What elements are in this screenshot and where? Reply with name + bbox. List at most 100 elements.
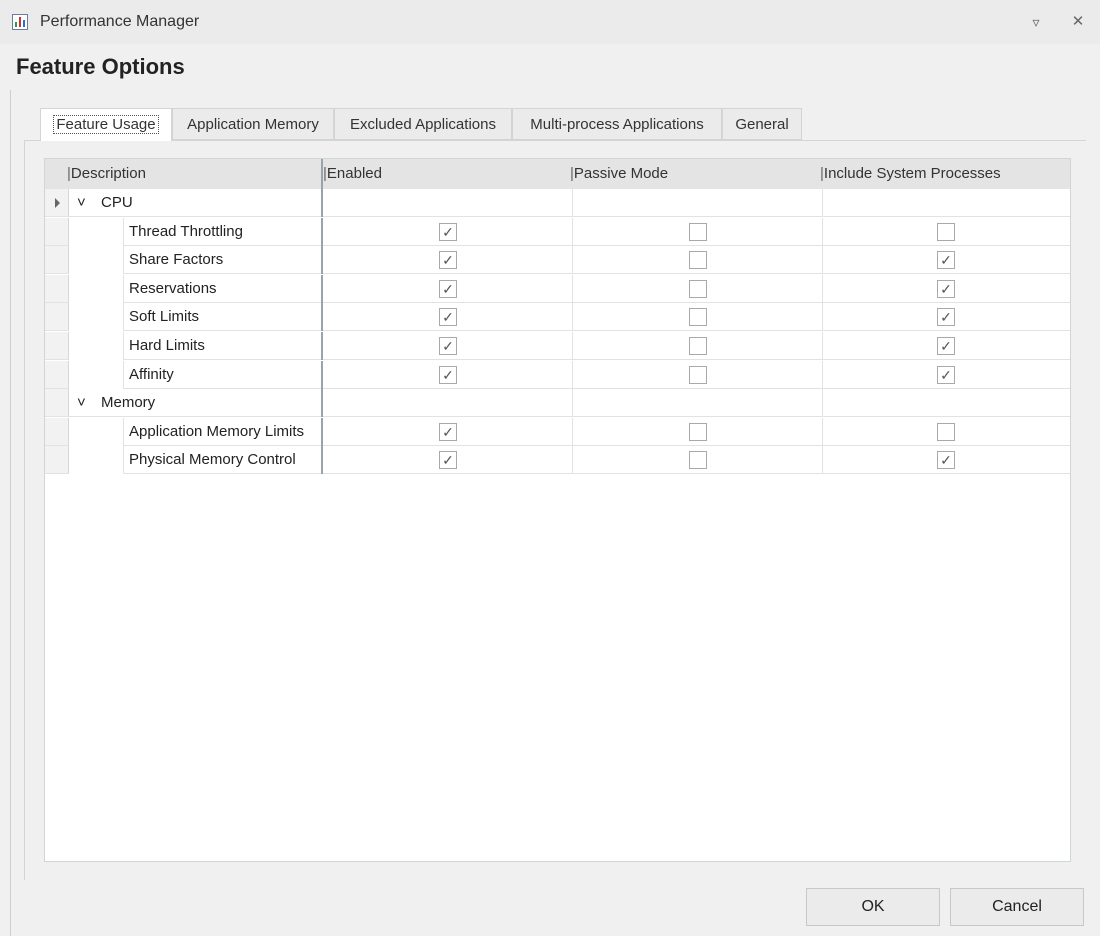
group-row-cpu[interactable]: ˅ CPU xyxy=(45,189,1070,217)
checkbox-cell: ✓ xyxy=(323,274,573,303)
table-row[interactable]: Reservations ✓ ✓ xyxy=(45,274,1070,303)
tab-label: Multi-process Applications xyxy=(530,116,704,133)
checkbox-cell: ✓ xyxy=(823,246,1070,275)
passive-mode-checkbox[interactable] xyxy=(689,451,707,470)
enabled-checkbox[interactable]: ✓ xyxy=(439,308,457,327)
table-row[interactable]: Share Factors ✓ ✓ xyxy=(45,246,1070,275)
feature-name: Affinity xyxy=(129,365,174,383)
table-row[interactable]: Affinity ✓ ✓ xyxy=(45,360,1070,389)
enabled-checkbox[interactable]: ✓ xyxy=(439,251,457,270)
passive-mode-checkbox[interactable] xyxy=(689,337,707,355)
checkbox-cell: ✓ xyxy=(323,217,573,246)
empty-cell xyxy=(823,189,1070,217)
feature-name: Thread Throttling xyxy=(129,222,243,240)
row-indicator xyxy=(45,274,69,303)
checkbox-cell xyxy=(573,417,823,446)
tab-feature-usage[interactable]: Feature Usage xyxy=(40,108,172,141)
enabled-checkbox[interactable]: ✓ xyxy=(439,451,457,470)
checkbox-cell: ✓ xyxy=(823,332,1070,360)
enabled-checkbox[interactable]: ✓ xyxy=(439,422,457,441)
include-system-processes-checkbox[interactable] xyxy=(937,222,955,241)
empty-cell xyxy=(573,389,823,418)
row-indicator xyxy=(45,217,69,246)
feature-name: Application Memory Limits xyxy=(129,422,305,440)
enabled-checkbox[interactable]: ✓ xyxy=(439,279,457,298)
passive-mode-checkbox[interactable] xyxy=(689,308,707,327)
feature-grid: Description Enabled Passive Mode Include… xyxy=(44,158,1071,862)
chevron-down-icon[interactable]: ˅ xyxy=(77,194,86,211)
include-system-processes-checkbox[interactable]: ✓ xyxy=(937,451,955,470)
checkbox-cell xyxy=(823,218,1070,246)
passive-mode-checkbox[interactable] xyxy=(689,422,707,441)
empty-cell xyxy=(823,389,1070,418)
checkbox-cell: ✓ xyxy=(823,446,1070,475)
checkbox-cell: ✓ xyxy=(323,303,573,332)
checkbox-cell: ✓ xyxy=(323,360,573,389)
ok-button[interactable]: OK xyxy=(806,888,940,926)
passive-mode-checkbox[interactable] xyxy=(689,251,707,270)
table-row[interactable]: Thread Throttling ✓ xyxy=(45,217,1070,246)
table-row[interactable]: Application Memory Limits ✓ xyxy=(45,417,1070,446)
tab-label: Application Memory xyxy=(187,116,319,133)
checkbox-cell: ✓ xyxy=(323,417,573,446)
checkbox-cell: ✓ xyxy=(823,275,1070,303)
chevron-down-icon[interactable]: ˅ xyxy=(77,394,86,411)
column-header-include-system-processes[interactable]: Include System Processes xyxy=(820,159,1001,189)
enabled-checkbox[interactable]: ✓ xyxy=(439,222,457,241)
checkbox-cell xyxy=(573,217,823,246)
include-system-processes-checkbox[interactable] xyxy=(937,422,955,441)
row-indicator xyxy=(45,189,69,217)
checkbox-cell xyxy=(823,418,1070,446)
enabled-checkbox[interactable]: ✓ xyxy=(439,365,457,384)
tab-label: Feature Usage xyxy=(53,115,159,134)
feature-name: Share Factors xyxy=(129,251,224,269)
include-system-processes-checkbox[interactable]: ✓ xyxy=(937,251,955,270)
include-system-processes-checkbox[interactable]: ✓ xyxy=(937,365,955,384)
checkbox-cell xyxy=(573,332,823,360)
page-title: Feature Options xyxy=(16,54,185,79)
feature-description: Hard Limits xyxy=(123,332,321,360)
tab-general[interactable]: General xyxy=(722,108,802,140)
checkbox-cell xyxy=(573,246,823,275)
close-icon[interactable]: ✕ xyxy=(1068,12,1088,32)
checkbox-cell xyxy=(573,274,823,303)
include-system-processes-checkbox[interactable]: ✓ xyxy=(937,308,955,327)
row-indicator xyxy=(45,303,69,332)
row-indicator xyxy=(45,332,69,360)
tab-multi-process-applications[interactable]: Multi-process Applications xyxy=(512,108,722,140)
grid-header: Description Enabled Passive Mode Include… xyxy=(45,159,1070,189)
title-bar: Performance Manager ▿ ✕ xyxy=(0,0,1100,44)
checkbox-cell: ✓ xyxy=(823,303,1070,332)
table-row[interactable]: Hard Limits ✓ ✓ xyxy=(45,332,1070,360)
row-indicator xyxy=(45,360,69,389)
checkbox-cell xyxy=(573,446,823,475)
table-row[interactable]: Soft Limits ✓ ✓ xyxy=(45,303,1070,332)
include-system-processes-checkbox[interactable]: ✓ xyxy=(937,337,955,355)
group-label: CPU xyxy=(101,194,133,211)
cancel-button[interactable]: Cancel xyxy=(950,888,1084,926)
tab-excluded-applications[interactable]: Excluded Applications xyxy=(334,108,512,140)
feature-description: Reservations xyxy=(123,274,321,303)
group-row-memory[interactable]: ˅ Memory xyxy=(45,389,1070,418)
feature-description: Affinity xyxy=(123,360,321,389)
include-system-processes-checkbox[interactable]: ✓ xyxy=(937,279,955,298)
column-header-passive-mode[interactable]: Passive Mode xyxy=(570,159,668,189)
checkbox-cell: ✓ xyxy=(323,446,573,475)
passive-mode-checkbox[interactable] xyxy=(689,365,707,384)
passive-mode-checkbox[interactable] xyxy=(689,222,707,241)
column-header-enabled[interactable]: Enabled xyxy=(323,159,382,189)
checkbox-cell: ✓ xyxy=(323,246,573,275)
tab-application-memory[interactable]: Application Memory xyxy=(172,108,334,140)
pin-icon[interactable]: ▿ xyxy=(1026,12,1046,32)
checkbox-cell: ✓ xyxy=(323,332,573,360)
enabled-checkbox[interactable]: ✓ xyxy=(439,337,457,355)
performance-manager-app-icon xyxy=(12,14,28,30)
empty-cell xyxy=(573,189,823,217)
column-header-description[interactable]: Description xyxy=(67,159,146,189)
row-indicator xyxy=(45,246,69,275)
feature-description: Soft Limits xyxy=(123,303,321,332)
row-indicator xyxy=(45,446,69,475)
table-row[interactable]: Physical Memory Control ✓ ✓ xyxy=(45,446,1070,475)
feature-name: Soft Limits xyxy=(129,308,200,326)
passive-mode-checkbox[interactable] xyxy=(689,279,707,298)
